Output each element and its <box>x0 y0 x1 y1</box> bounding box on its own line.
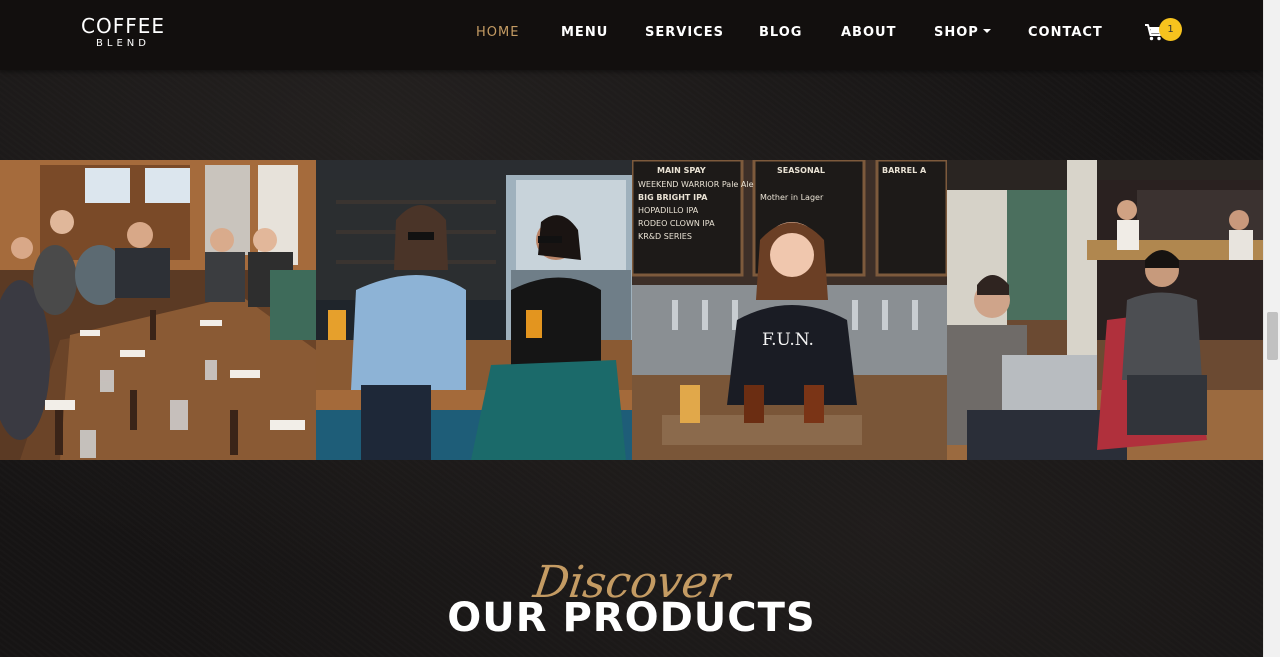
brand-line2: BLEND <box>96 38 150 49</box>
board-line-3: BIG BRIGHT IPA <box>638 193 708 202</box>
gallery-image-friends-laughing[interactable] <box>316 160 632 460</box>
nav-services[interactable]: SERVICES <box>645 25 724 40</box>
scrollbar-thumb[interactable] <box>1267 312 1278 360</box>
nav-menu[interactable]: MENU <box>561 25 608 40</box>
nav-shop[interactable]: SHOP <box>934 25 991 40</box>
nav-home[interactable]: HOME <box>476 25 519 40</box>
board-line-2: WEEKEND WARRIOR Pale Ale <box>638 180 754 189</box>
page-scrollbar[interactable] <box>1263 0 1280 657</box>
board-line-8: Mother in Lager <box>760 193 824 202</box>
gallery-image-bartender-tasting[interactable]: MAIN SPAY WEEKEND WARRIOR Pale Ale BIG B… <box>632 160 947 460</box>
nav-blog[interactable]: BLOG <box>759 25 802 40</box>
chevron-down-icon <box>982 28 991 33</box>
nav-contact[interactable]: CONTACT <box>1028 25 1103 40</box>
shirt-text: F.U.N. <box>762 330 814 350</box>
board-line-6: KR&D SERIES <box>638 232 692 241</box>
brand-logo[interactable]: COFFEE BLEND <box>78 15 168 50</box>
navbar: COFFEE BLEND HOME MENU SERVICES BLOG ABO… <box>0 0 1263 70</box>
photo-gallery: MAIN SPAY WEEKEND WARRIOR Pale Ale BIG B… <box>0 160 1263 460</box>
board-line-5: RODEO CLOWN IPA <box>638 219 715 228</box>
board-line-7: SEASONAL <box>777 166 825 175</box>
page: COFFEE BLEND HOME MENU SERVICES BLOG ABO… <box>0 0 1263 657</box>
gallery-image-cafe-lounge[interactable] <box>947 160 1263 460</box>
section-heading: OUR PRODUCTS <box>447 595 816 641</box>
gallery-image-group-dinner[interactable] <box>0 160 316 460</box>
nav-shop-label: SHOP <box>934 25 979 40</box>
cart-count-badge: 1 <box>1159 18 1182 41</box>
board-line-9: BARREL A <box>882 166 927 175</box>
brand-line1: COFFEE <box>81 14 165 38</box>
nav-about[interactable]: ABOUT <box>841 25 896 40</box>
board-line-1: MAIN SPAY <box>657 166 706 175</box>
board-line-4: HOPADILLO IPA <box>638 206 699 215</box>
